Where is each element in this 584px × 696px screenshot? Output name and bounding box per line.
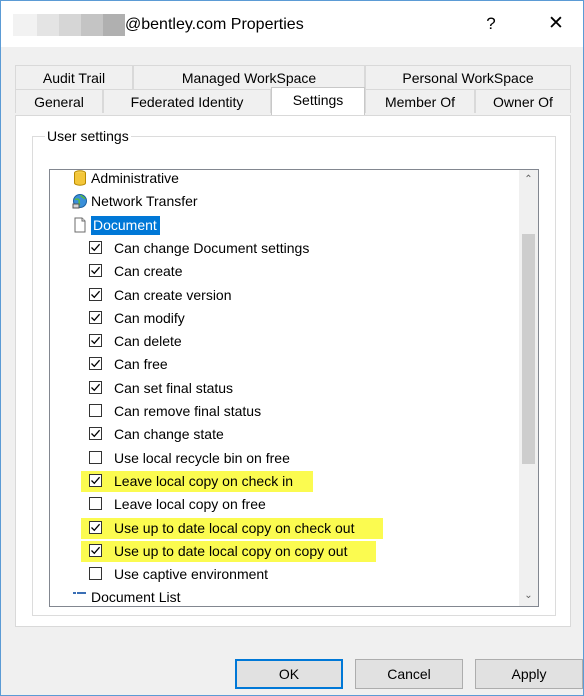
tree-item[interactable]: Document: [50, 214, 520, 237]
checkbox-checked[interactable]: [89, 543, 102, 557]
tree-item[interactable]: Use local recycle bin on free: [50, 447, 520, 470]
tree-item[interactable]: Document List: [50, 586, 520, 606]
settings-tree[interactable]: Administrative Network Transfer Document Ca…: [49, 169, 539, 607]
tree-item[interactable]: Can change Document settings: [50, 237, 520, 260]
tree-item-label: Can create version: [114, 286, 232, 303]
tree-item-label: Can delete: [114, 333, 182, 350]
tree-item-label: Network Transfer: [91, 193, 198, 210]
properties-dialog: @bentley.com Properties ? ✕ Audit Trail …: [0, 0, 584, 696]
tree-item[interactable]: Can remove final status: [50, 400, 520, 423]
tree-item[interactable]: Use captive environment: [50, 563, 520, 586]
scroll-down-icon[interactable]: ⌄: [519, 586, 538, 606]
tab-audit-trail[interactable]: Audit Trail: [15, 65, 133, 89]
checkbox-checked[interactable]: [89, 520, 102, 534]
checkbox-unchecked[interactable]: [89, 567, 102, 581]
tree-item[interactable]: Can free: [50, 353, 520, 376]
tree-item-label: Document: [91, 215, 160, 235]
tab-member-of[interactable]: Member Of: [365, 89, 475, 113]
tree-item[interactable]: Can create: [50, 260, 520, 283]
tree-item[interactable]: Leave local copy on free: [50, 493, 520, 516]
tree-item-label: Use local recycle bin on free: [114, 449, 290, 466]
checkbox-unchecked[interactable]: [89, 450, 102, 464]
checkbox-checked[interactable]: [89, 310, 102, 324]
tree-item[interactable]: Leave local copy on check in: [50, 470, 520, 493]
tree-item-label: Can modify: [114, 309, 185, 326]
list-icon: [72, 589, 88, 605]
globe-network-icon: [72, 193, 88, 209]
tree-item-label: Can change state: [114, 426, 224, 443]
database-icon: [72, 170, 88, 186]
checkbox-checked[interactable]: [89, 380, 102, 394]
checkbox-checked[interactable]: [89, 427, 102, 441]
tab-managed-workspace[interactable]: Managed WorkSpace: [133, 65, 365, 89]
title-bar: @bentley.com Properties ? ✕: [1, 1, 583, 47]
ok-button[interactable]: OK: [235, 659, 343, 689]
checkbox-checked[interactable]: [89, 334, 102, 348]
help-button[interactable]: ?: [471, 5, 511, 43]
checkbox-checked[interactable]: [89, 240, 102, 254]
tree-item-label: Use up to date local copy on check out: [114, 519, 355, 536]
scroll-up-icon[interactable]: ⌃: [519, 170, 538, 190]
scrollbar-thumb[interactable]: [522, 234, 535, 464]
close-button[interactable]: ✕: [531, 5, 581, 43]
tab-personal-workspace[interactable]: Personal WorkSpace: [365, 65, 571, 89]
tree-item-label: Administrative: [91, 170, 179, 186]
tree-item[interactable]: Can modify: [50, 307, 520, 330]
tree-item[interactable]: Network Transfer: [50, 190, 520, 213]
checkbox-unchecked[interactable]: [89, 497, 102, 511]
window-title: @bentley.com Properties: [125, 16, 304, 33]
tree-item[interactable]: Can delete: [50, 330, 520, 353]
document-icon: [72, 217, 88, 233]
tree-item-label: Can remove final status: [114, 403, 262, 419]
checkbox-checked[interactable]: [89, 287, 102, 301]
apply-button[interactable]: Apply: [475, 659, 583, 689]
user-settings-label: User settings: [45, 128, 131, 144]
tree-item[interactable]: Use up to date local copy on check out: [50, 517, 520, 540]
settings-panel: User settings Administrative Network Tran…: [15, 115, 571, 627]
tree-item-label: Can create: [114, 263, 183, 280]
tree-item-label: Document List: [91, 589, 181, 606]
checkbox-unchecked[interactable]: [89, 404, 102, 417]
redacted-username: [13, 14, 125, 36]
tab-federated-identity[interactable]: Federated Identity: [103, 89, 271, 113]
checkbox-checked[interactable]: [89, 357, 102, 371]
tree-item-label: Leave local copy on check in: [114, 472, 293, 489]
vertical-scrollbar[interactable]: ⌃ ⌄: [519, 170, 538, 606]
cancel-button[interactable]: Cancel: [355, 659, 463, 689]
tree-item[interactable]: Use up to date local copy on copy out: [50, 540, 520, 563]
tree-item-label: Use captive environment: [114, 566, 269, 583]
tree-item[interactable]: Can change state: [50, 423, 520, 446]
tree-item[interactable]: Can set final status: [50, 377, 520, 400]
checkbox-checked[interactable]: [89, 264, 102, 278]
checkbox-checked[interactable]: [89, 473, 102, 487]
tree-item-label: Can change Document settings: [114, 239, 310, 256]
tree-item-label: Leave local copy on free: [114, 496, 266, 513]
tree-item-label: Can free: [114, 356, 168, 373]
tree-item-label: Can set final status: [114, 379, 234, 396]
tree-item[interactable]: Can create version: [50, 284, 520, 307]
tab-general[interactable]: General: [15, 89, 103, 113]
tab-owner-of[interactable]: Owner Of: [475, 89, 571, 113]
tab-settings[interactable]: Settings: [271, 87, 365, 115]
tree-item-label: Use up to date local copy on copy out: [114, 542, 348, 559]
tree-item[interactable]: Administrative: [50, 170, 520, 190]
